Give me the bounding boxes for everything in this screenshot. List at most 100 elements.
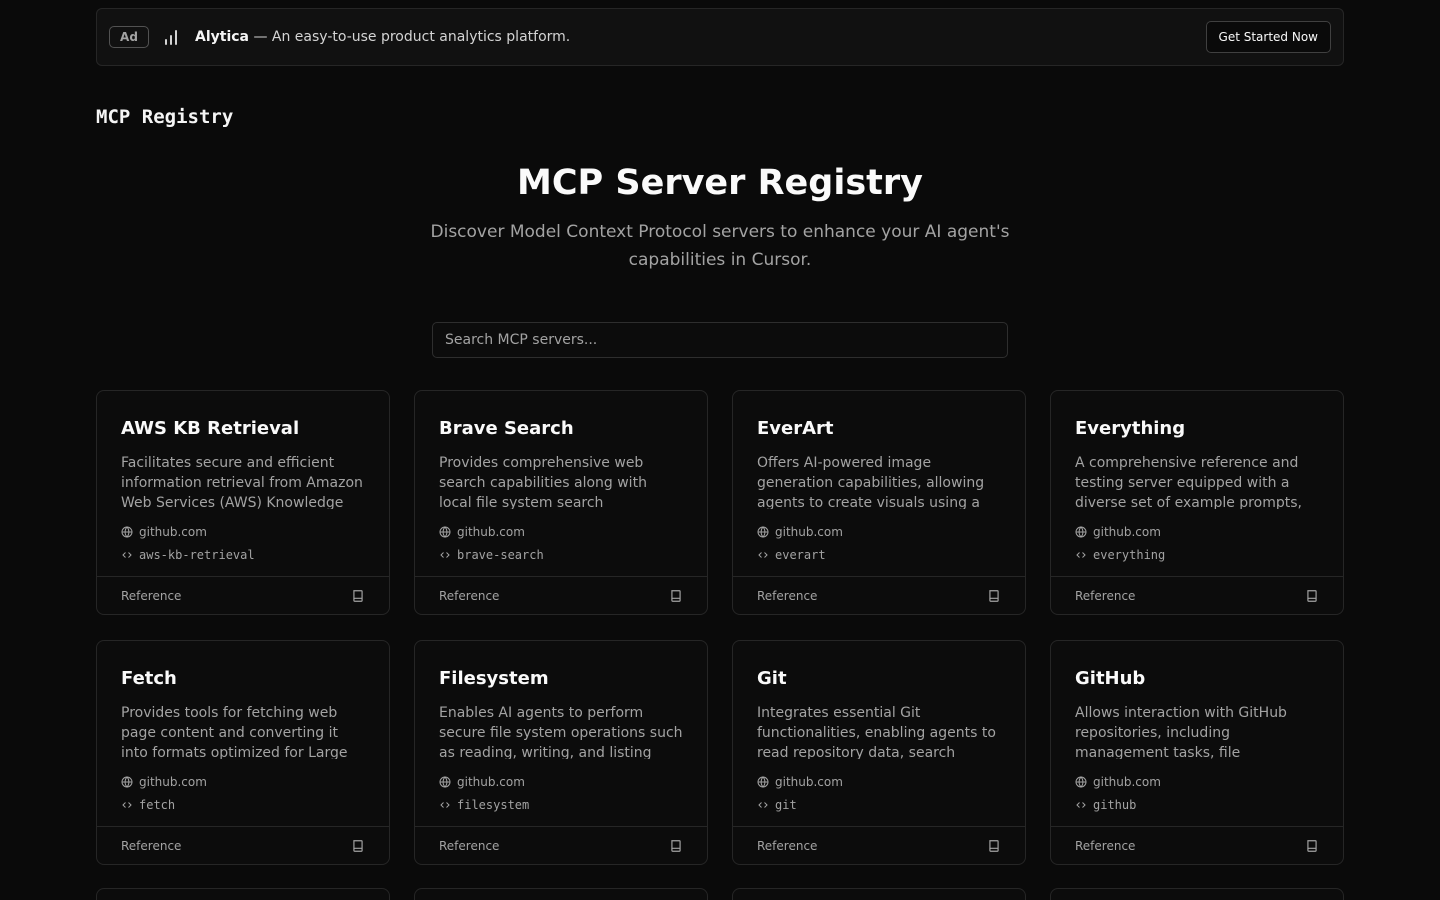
code-icon [758,802,768,808]
server-card[interactable]: EverArt Offers AI-powered image generati… [732,390,1026,615]
globe-icon [757,776,769,788]
server-title: Everything [1075,418,1186,439]
server-description: Facilitates secure and efficient informa… [121,455,363,509]
server-host[interactable]: github.com [439,525,525,539]
code-icon [1076,802,1086,808]
page-title: MCP Server Registry [517,163,923,203]
card-footer: Reference [415,576,707,614]
code-icon [440,802,450,808]
server-category: Reference [439,838,500,853]
server-slug: git [757,798,797,812]
ad-badge: Ad [109,26,149,48]
server-title: GitHub [1075,668,1146,689]
server-host-text: github.com [457,775,525,789]
server-card[interactable]: GitHub Allows interaction with GitHub re… [1050,640,1344,865]
code-icon [440,552,450,558]
server-host[interactable]: github.com [757,775,843,789]
search-input[interactable] [432,322,1008,358]
bar-chart-icon [165,29,179,45]
server-description: Offers AI-powered image generation capab… [757,455,985,509]
server-description: Allows interaction with GitHub repositor… [1075,705,1287,759]
ad-text: Alytica — An easy-to-use product analyti… [195,29,570,45]
code-icon [1076,552,1086,558]
card-footer: Reference [733,576,1025,614]
server-title: Filesystem [439,668,549,689]
globe-icon [439,776,451,788]
server-card[interactable]: Git Integrates essential Git functionali… [732,640,1026,865]
server-card[interactable]: Fetch Provides tools for fetching web pa… [96,640,390,865]
ad-brand: Alytica [195,29,249,45]
book-icon[interactable] [669,838,683,854]
server-host[interactable]: github.com [1075,775,1161,789]
globe-icon [1075,776,1087,788]
server-card[interactable]: Everything A comprehensive reference and… [1050,390,1344,615]
site-logo[interactable]: MCP Registry [96,106,233,128]
server-card-partial[interactable] [414,888,708,900]
server-slug: aws-kb-retrieval [121,548,255,562]
server-title: AWS KB Retrieval [121,418,300,439]
server-host-text: github.com [1093,775,1161,789]
server-card-partial[interactable] [96,888,390,900]
server-description: Provides tools for fetching web page con… [121,705,348,759]
server-card[interactable]: Brave Search Provides comprehensive web … [414,390,708,615]
server-host[interactable]: github.com [439,775,525,789]
server-title: Git [757,668,787,689]
globe-icon [757,526,769,538]
code-icon [758,552,768,558]
server-host[interactable]: github.com [1075,525,1161,539]
card-footer: Reference [1051,826,1343,864]
server-category: Reference [757,588,818,603]
server-description: A comprehensive reference and testing se… [1075,455,1302,509]
card-footer: Reference [97,826,389,864]
server-slug-text: github [1093,798,1137,812]
server-card[interactable]: Filesystem Enables AI agents to perform … [414,640,708,865]
server-host[interactable]: github.com [121,775,207,789]
server-card[interactable]: AWS KB Retrieval Facilitates secure and … [96,390,390,615]
server-grid: AWS KB Retrieval Facilitates secure and … [96,390,1344,865]
book-icon[interactable] [1305,838,1319,854]
server-description: Integrates essential Git functionalities… [757,705,996,759]
page-subtitle: Discover Model Context Protocol servers … [430,222,1010,270]
code-icon [122,552,132,558]
server-host-text: github.com [775,525,843,539]
book-icon[interactable] [987,838,1001,854]
globe-icon [121,776,133,788]
server-category: Reference [439,588,500,603]
server-category: Reference [121,838,182,853]
card-footer: Reference [733,826,1025,864]
server-slug: fetch [121,798,175,812]
server-title: EverArt [757,418,834,439]
server-title: Fetch [121,668,177,689]
server-slug: github [1075,798,1136,812]
server-slug-text: fetch [139,798,176,812]
book-icon[interactable] [351,838,365,854]
book-icon[interactable] [1305,588,1319,604]
server-title: Brave Search [439,418,574,439]
server-slug-text: everart [775,548,826,562]
server-slug: brave-search [439,548,544,562]
server-slug: everart [757,548,826,562]
server-description: Provides comprehensive web search capabi… [439,455,647,509]
globe-icon [121,526,133,538]
server-slug-text: filesystem [457,798,530,812]
card-footer: Reference [1051,576,1343,614]
server-category: Reference [121,588,182,603]
server-category: Reference [1075,838,1136,853]
book-icon[interactable] [987,588,1001,604]
server-description: Enables AI agents to perform secure file… [439,705,683,759]
server-host-text: github.com [775,775,843,789]
server-card-partial[interactable] [1050,888,1344,900]
server-host-text: github.com [139,775,207,789]
globe-icon [1075,526,1087,538]
server-slug-text: brave-search [457,548,544,562]
code-icon [122,802,132,808]
get-started-button[interactable]: Get Started Now [1205,21,1331,53]
ad-banner: Ad Alytica — An easy-to-use product anal… [96,8,1344,66]
book-icon[interactable] [351,588,365,604]
server-slug: everything [1075,548,1165,562]
server-host[interactable]: github.com [757,525,843,539]
server-card-partial[interactable] [732,888,1026,900]
server-host[interactable]: github.com [121,525,207,539]
book-icon[interactable] [669,588,683,604]
server-host-text: github.com [1093,525,1161,539]
